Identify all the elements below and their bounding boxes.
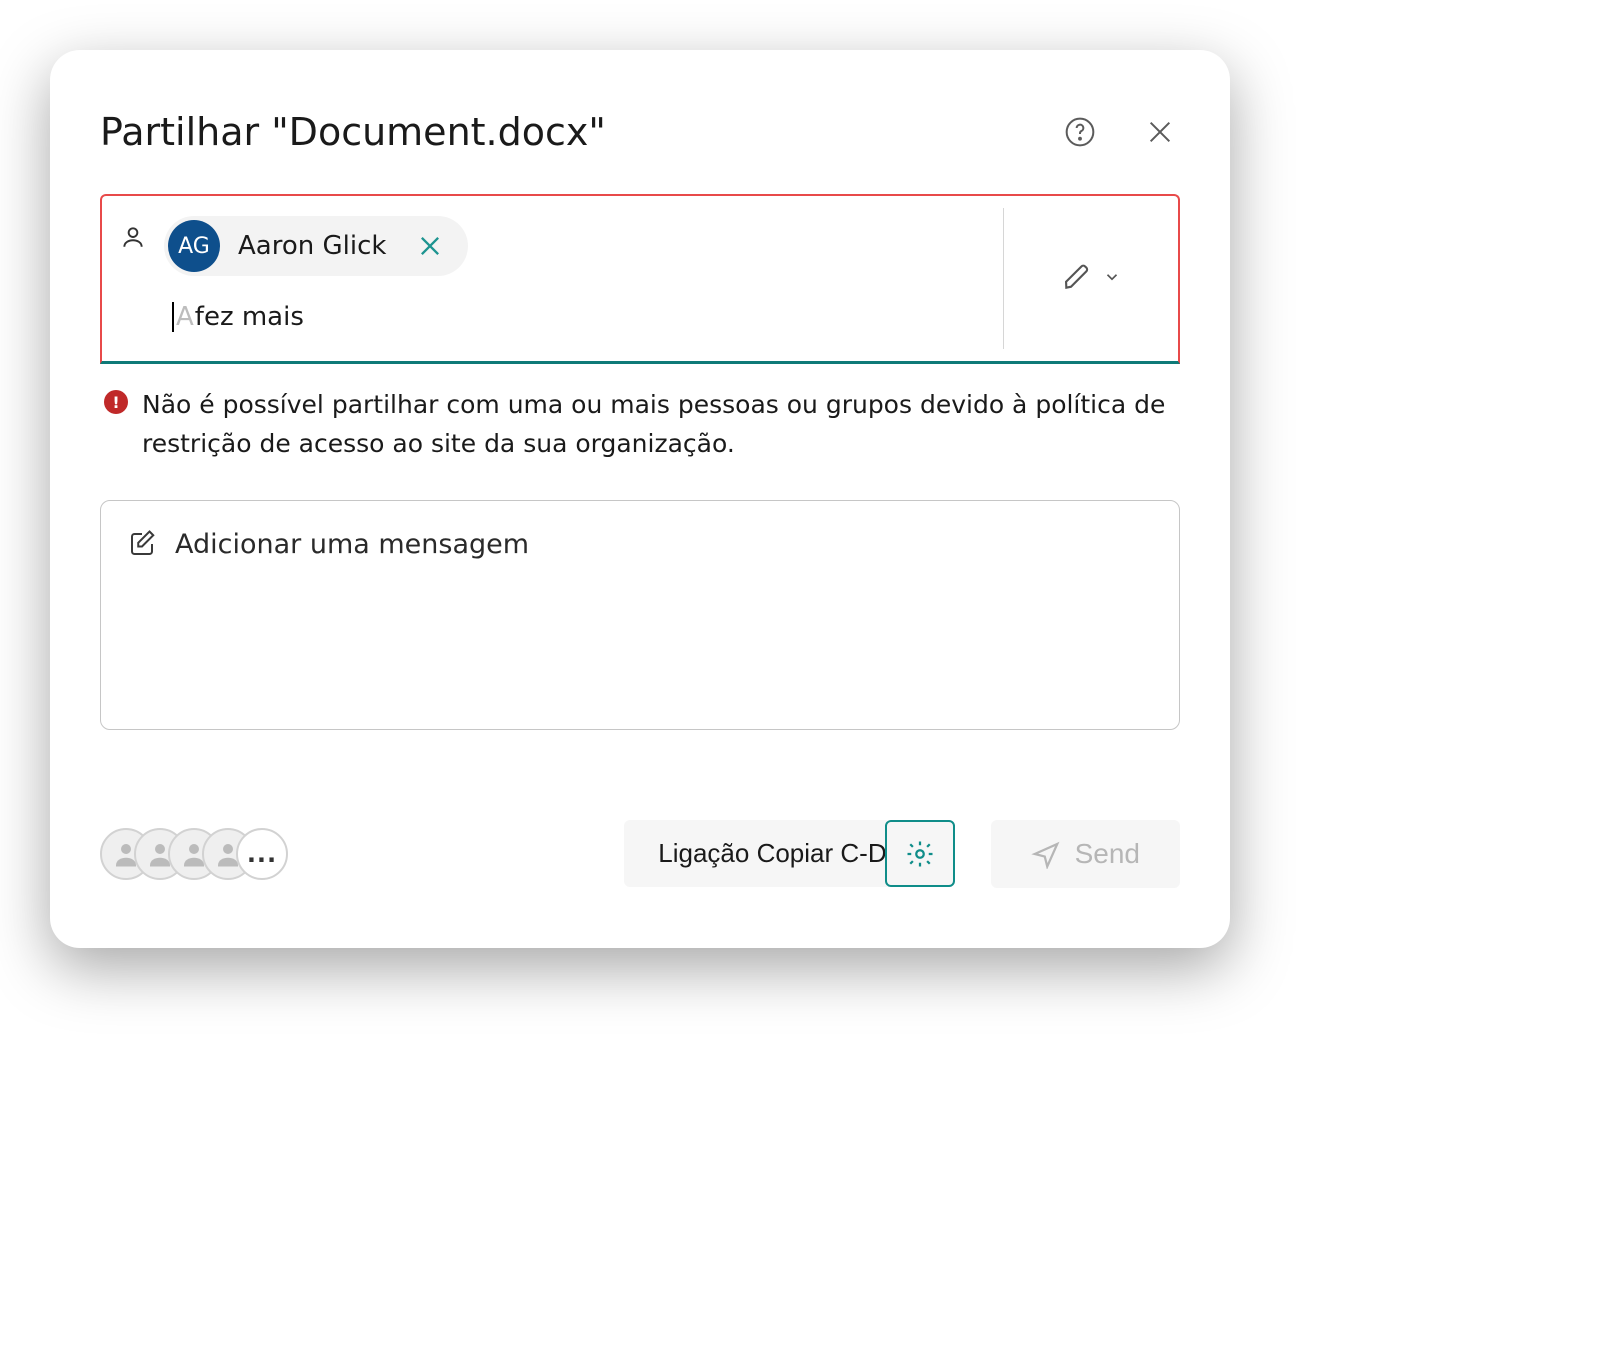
recipient-name: Aaron Glick xyxy=(238,231,386,261)
send-button[interactable]: Send xyxy=(991,820,1180,888)
recipients-left: AG Aaron Glick A fez mais xyxy=(102,196,1003,361)
copy-link-button[interactable]: Ligação Copiar C-D xyxy=(624,820,910,887)
permission-selector[interactable] xyxy=(1003,208,1178,349)
compose-icon xyxy=(127,529,157,563)
send-icon xyxy=(1031,839,1061,869)
gear-icon xyxy=(905,839,935,869)
copy-link-group: Ligação Copiar C-D xyxy=(624,820,954,887)
error-message-row: ! Não é possível partilhar com uma ou ma… xyxy=(100,364,1180,464)
remove-recipient-button[interactable] xyxy=(412,228,448,264)
error-text: Não é possível partilhar com uma ou mais… xyxy=(142,386,1176,464)
recipients-input-box[interactable]: AG Aaron Glick A fez mais xyxy=(100,194,1180,364)
stack-more-button[interactable]: ... xyxy=(236,828,288,880)
link-settings-button[interactable] xyxy=(885,820,955,887)
recipient-avatar: AG xyxy=(168,220,220,272)
recipient-text-input[interactable]: A fez mais xyxy=(164,302,468,332)
chevron-down-icon xyxy=(1103,268,1121,290)
close-icon xyxy=(416,232,444,260)
help-icon xyxy=(1064,116,1096,148)
help-button[interactable] xyxy=(1060,112,1100,152)
footer-actions: Ligação Copiar C-D Send xyxy=(624,820,1180,888)
pencil-icon xyxy=(1061,261,1093,297)
share-dialog: Partilhar "Document.docx" xyxy=(50,50,1230,948)
dialog-header: Partilhar "Document.docx" xyxy=(100,110,1180,154)
message-placeholder: Adicionar uma mensagem xyxy=(175,529,529,560)
shared-with-avatar-stack[interactable]: ... xyxy=(100,828,288,880)
dialog-title: Partilhar "Document.docx" xyxy=(100,110,606,154)
error-icon: ! xyxy=(104,390,128,414)
recipients-stack: AG Aaron Glick A fez mais xyxy=(164,216,468,332)
recipient-chip[interactable]: AG Aaron Glick xyxy=(164,216,468,276)
input-typed-text: fez mais xyxy=(195,302,304,332)
send-button-label: Send xyxy=(1075,838,1140,870)
text-cursor xyxy=(172,302,174,332)
message-input-box[interactable]: Adicionar uma mensagem xyxy=(100,500,1180,730)
dialog-footer: ... Ligação Copiar C-D Send xyxy=(100,820,1180,888)
close-icon xyxy=(1144,116,1176,148)
input-ghost-char: A xyxy=(176,302,194,332)
close-button[interactable] xyxy=(1140,112,1180,152)
header-actions xyxy=(1060,112,1180,152)
person-icon xyxy=(120,224,146,254)
